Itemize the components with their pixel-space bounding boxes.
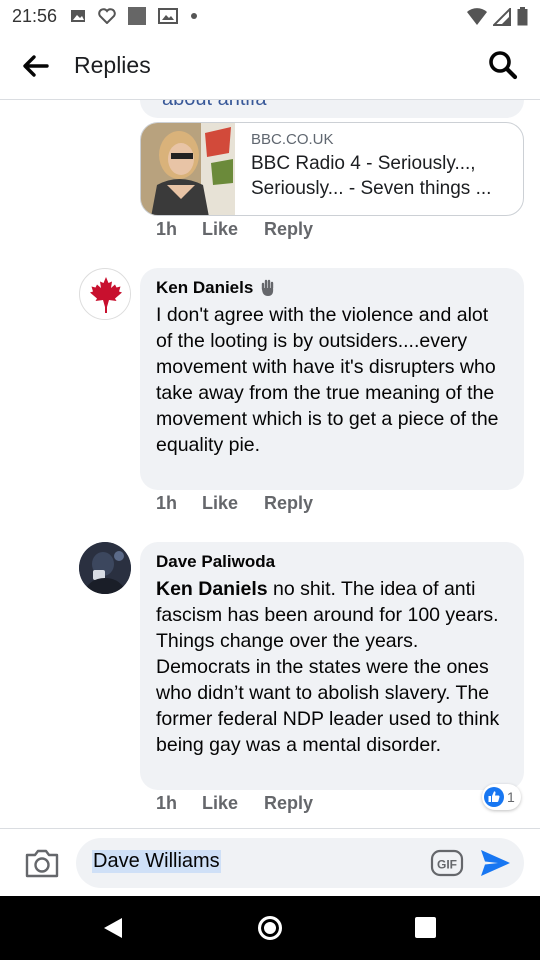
reaction-count: 1	[507, 789, 515, 805]
link-thumbnail	[141, 123, 235, 215]
wifi-icon	[467, 7, 487, 25]
comment-author[interactable]: Ken Daniels	[156, 276, 508, 300]
comment-meta: 1h Like Reply	[140, 793, 313, 814]
reply-button[interactable]: Reply	[264, 793, 313, 814]
battery-icon	[517, 7, 528, 26]
comment-time: 1h	[156, 219, 178, 239]
author-name[interactable]: Dave Paliwoda	[156, 550, 275, 574]
signal-icon	[493, 7, 511, 26]
comment-time: 1h	[156, 493, 178, 513]
reply-button[interactable]: Reply	[264, 219, 313, 240]
like-button[interactable]: Like	[202, 219, 264, 240]
notification-icons	[70, 7, 198, 25]
comment-text: I don't agree with the violence and alot…	[156, 304, 499, 456]
system-icons	[467, 7, 528, 26]
arrow-left-icon[interactable]	[20, 52, 50, 80]
status-time: 21:56	[12, 6, 58, 26]
app-header: Replies	[0, 32, 540, 100]
comment-composer: Dave Williams GIF	[0, 828, 540, 896]
heart-icon	[98, 8, 116, 24]
nav-recents-icon[interactable]	[415, 917, 436, 938]
comment-body: no shit. The idea of anti fascism has be…	[156, 578, 500, 756]
comment-time: 1h	[156, 793, 178, 813]
search-icon[interactable]	[488, 50, 518, 80]
nav-home-icon[interactable]	[258, 916, 282, 940]
page-title: Replies	[74, 52, 151, 78]
profile-photo	[79, 542, 131, 594]
comment-bubble[interactable]: Dave Paliwoda Ken Daniels no shit. The i…	[140, 542, 524, 790]
reaction-count-badge[interactable]: 1	[482, 784, 521, 810]
link-preview-card[interactable]: BBC.CO.UK BBC Radio 4 - Seriously..., Se…	[140, 122, 524, 216]
replies-list[interactable]: about antifa BBC.CO.UK BBC Radio 4 - Ser…	[0, 100, 540, 828]
previous-comment-link[interactable]: about antifa	[162, 100, 267, 111]
link-title: BBC Radio 4 - Seriously..., Seriously...…	[251, 153, 492, 199]
send-icon[interactable]	[478, 846, 512, 880]
dot-icon	[191, 13, 197, 19]
comment-meta: 1h Like Reply	[140, 493, 313, 514]
nav-back-icon[interactable]	[102, 916, 124, 940]
reply-button[interactable]: Reply	[264, 493, 313, 514]
gif-icon[interactable]: GIF	[430, 848, 464, 878]
previous-comment-bubble: about antifa	[140, 100, 524, 118]
mention-link[interactable]: Ken Daniels	[156, 578, 268, 600]
comment-author[interactable]: Dave Paliwoda	[156, 550, 508, 574]
like-button[interactable]: Like	[202, 793, 264, 814]
gif-label: GIF	[437, 858, 457, 872]
comment-input-value[interactable]: Dave Williams	[92, 850, 221, 873]
camera-icon[interactable]	[24, 847, 60, 879]
canada-maple-leaf-icon	[81, 270, 130, 319]
thumbs-up-icon	[484, 787, 504, 807]
comment-bubble[interactable]: Ken Daniels I don't agree with the viole…	[140, 268, 524, 490]
comment-text: Ken Daniels no shit. The idea of anti fa…	[156, 576, 508, 758]
system-nav-bar	[0, 896, 540, 960]
raised-hand-icon	[262, 279, 274, 296]
like-button[interactable]: Like	[202, 493, 264, 514]
author-name[interactable]: Ken Daniels	[156, 276, 253, 300]
link-domain: BBC.CO.UK	[251, 131, 334, 148]
status-bar: 21:56	[0, 0, 540, 32]
avatar[interactable]	[79, 268, 131, 320]
gallery-icon	[158, 8, 178, 24]
image-icon	[71, 10, 85, 22]
comment-input[interactable]: Dave Williams GIF	[76, 838, 524, 888]
square-icon	[128, 7, 146, 25]
avatar[interactable]	[79, 542, 131, 594]
comment-meta: 1h Like Reply	[140, 219, 313, 240]
